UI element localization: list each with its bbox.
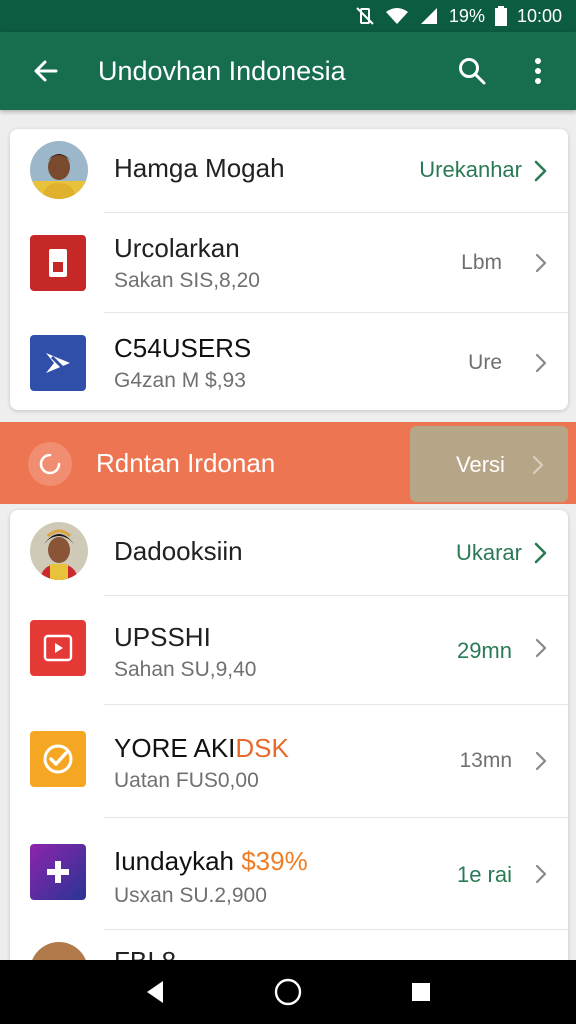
item-name-highlight: $39% (241, 846, 308, 876)
avatar (30, 522, 88, 580)
item-name: YORE AKIDSK (114, 733, 289, 764)
item-meta: Lbm (461, 251, 502, 274)
more-options-button[interactable] (518, 51, 558, 91)
list-item[interactable]: Dadooksiin Ukarar (10, 510, 568, 596)
more-vert-icon (535, 58, 541, 84)
item-name: Hamga Mogah (114, 153, 285, 183)
nav-home-button[interactable] (273, 977, 303, 1007)
chevron-right-icon (535, 864, 547, 884)
item-name: UPSSHI (114, 622, 211, 652)
version-label: Versi (456, 452, 505, 477)
chevron-right-icon (535, 638, 547, 658)
list-item[interactable]: Urcolarkan Sakan SIS,8,20 Lbm (10, 213, 568, 313)
promo-banner[interactable]: Rdntan Irdonan Versi (0, 422, 576, 504)
app-bar: Undovhan Indonesia (0, 32, 576, 110)
check-icon (30, 731, 86, 787)
battery-percent: 19% (448, 5, 485, 26)
item-meta: Ure (468, 351, 502, 374)
item-name: Dadooksiin (114, 536, 243, 566)
chevron-right-icon (535, 253, 547, 273)
list-item[interactable]: UPSSHI Sahan SU,9,40 29mn (10, 596, 568, 705)
list-item[interactable]: YORE AKIDSK Uatan FUS0,00 13mn (10, 705, 568, 818)
chevron-right-icon (535, 751, 547, 771)
item-subtitle: Sahan SU,9,40 (114, 658, 257, 681)
nav-recents-button[interactable] (409, 980, 433, 1004)
nav-back-button[interactable] (143, 979, 167, 1005)
battery-icon (494, 6, 507, 26)
signal-icon (420, 8, 437, 24)
status-bar: 19% 10:00 (0, 0, 576, 32)
item-subtitle: G4zan M $,93 (114, 369, 246, 392)
list-card-bottom: Dadooksiin Ukarar UPSSHI Sahan SU,9,40 2… (10, 510, 568, 970)
chevron-right-icon (534, 160, 547, 182)
item-name-part: YORE AKI (114, 733, 236, 763)
promo-label: Rdntan Irdonan (96, 447, 276, 478)
refresh-icon (28, 442, 72, 486)
chevron-right-icon (534, 542, 547, 564)
chevron-right-icon (532, 455, 544, 475)
item-subtitle: Uatan FUS0,00 (114, 769, 259, 792)
item-meta: 1e rai (456, 862, 512, 887)
item-subtitle: Usxan SU.2,900 (114, 884, 267, 907)
back-button[interactable] (26, 51, 66, 91)
list-card-top: Hamga Mogah Urekanhar Urcolarkan Sakan S… (10, 129, 568, 410)
item-status: Urekanhar (419, 157, 522, 182)
item-status: Ukarar (455, 540, 522, 565)
item-meta: 29mn (456, 638, 512, 663)
list-item[interactable]: Hamga Mogah Urekanhar (10, 129, 568, 213)
system-nav-bar (0, 960, 576, 1024)
search-button[interactable] (452, 51, 492, 91)
item-subtitle: Sakan SIS,8,20 (114, 269, 260, 292)
list-item[interactable]: Iundaykah $39% Usxan SU.2,900 1e rai (10, 818, 568, 930)
item-name-highlight: DSK (235, 733, 289, 763)
chevron-right-icon (535, 353, 547, 373)
blue-arrows-icon (30, 335, 86, 391)
version-button[interactable]: Versi (410, 426, 568, 502)
item-name-part: Iundaykah (114, 846, 234, 876)
arrow-back-icon (34, 60, 58, 82)
item-meta: 13mn (459, 749, 512, 772)
avatar (30, 141, 88, 199)
list-item[interactable]: C54USERS G4zan M $,93 Ure (10, 313, 568, 410)
play-icon (30, 620, 86, 676)
item-name: Iundaykah $39% (114, 846, 308, 877)
clock: 10:00 (516, 5, 562, 26)
vibrate-icon (356, 7, 374, 25)
page-title: Undovhan Indonesia (98, 55, 346, 86)
red-square-icon (30, 235, 86, 291)
plus-icon (30, 844, 86, 900)
item-name: Urcolarkan (114, 233, 240, 263)
search-icon (459, 58, 486, 85)
item-name: C54USERS (114, 333, 252, 363)
wifi-icon (385, 8, 408, 24)
